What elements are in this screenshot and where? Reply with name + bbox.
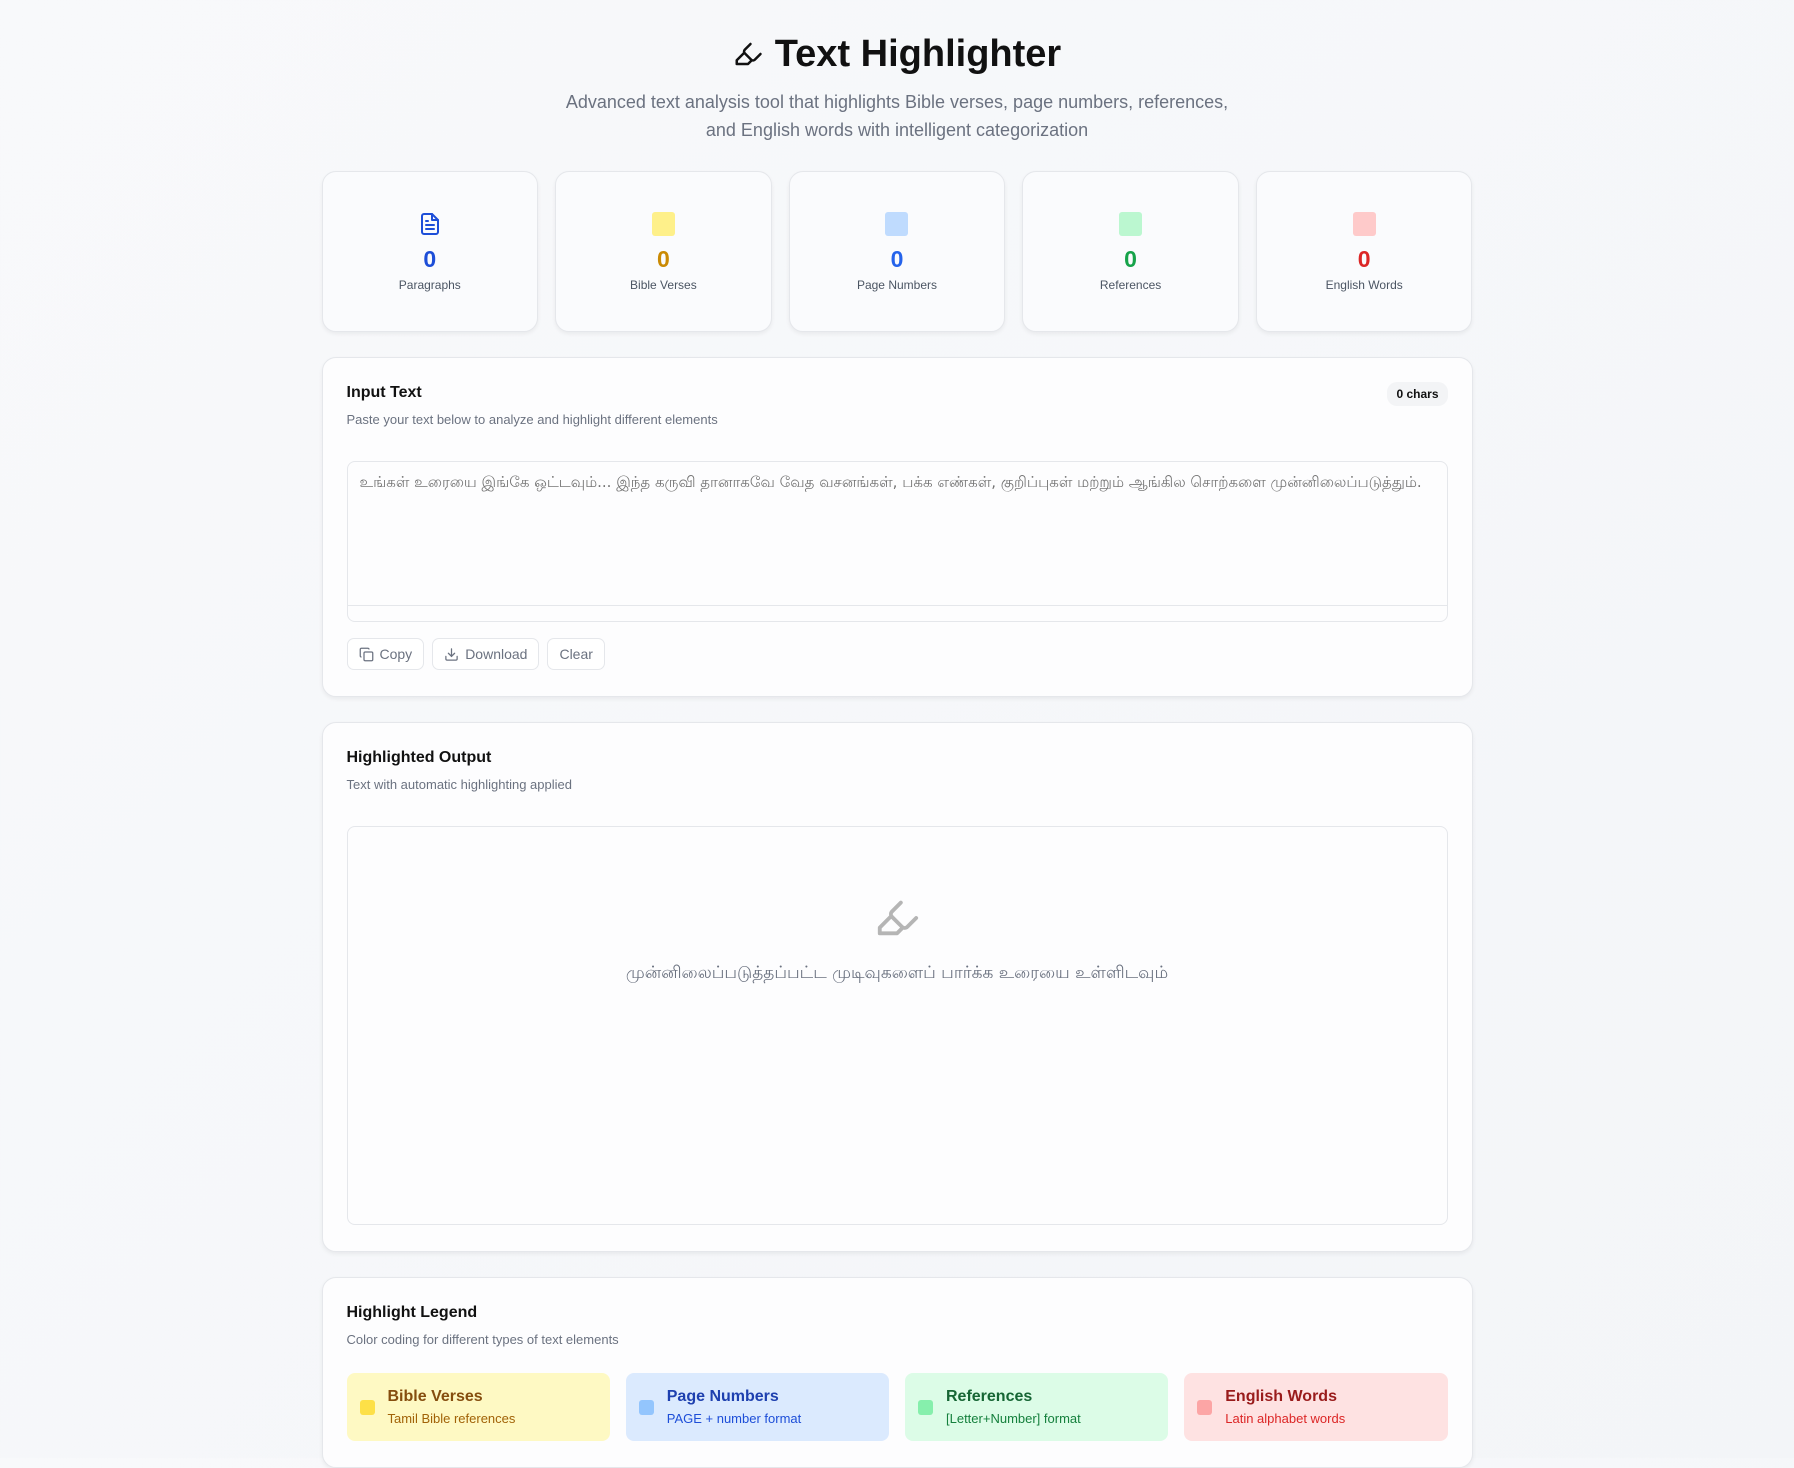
red-swatch-icon: [1197, 1399, 1213, 1415]
legend-subtitle: Color coding for different types of text…: [346, 1332, 619, 1347]
input-wrapper: [346, 461, 1448, 622]
page: Text Highlighter Advanced text analysis …: [321, 0, 1473, 1468]
legend-item-references: References [Letter+Number] format: [905, 1373, 1169, 1441]
stat-bible-verses: 0 Bible Verses: [555, 171, 772, 332]
title-text: Text Highlighter: [774, 32, 1062, 75]
copy-label: Copy: [379, 646, 413, 662]
legend-name: Page Numbers: [666, 1388, 779, 1405]
char-count-badge: 0 chars: [1387, 382, 1448, 406]
stat-page-numbers: 0 Page Numbers: [788, 171, 1006, 332]
legend-name: References: [946, 1388, 1033, 1405]
legend-desc: Latin alphabet words: [1225, 1411, 1346, 1426]
green-swatch-icon: [918, 1399, 933, 1415]
legend-title: Highlight Legend: [346, 1304, 478, 1321]
stat-english-words: 0 English Words: [1255, 171, 1473, 332]
clear-button[interactable]: Clear: [547, 638, 605, 670]
download-icon: [445, 647, 458, 661]
stat-value: 0: [890, 246, 904, 272]
download-button[interactable]: Download: [432, 638, 540, 670]
output-subtitle: Text with automatic highlighting applied: [346, 777, 572, 792]
page-title: Text Highlighter: [322, 32, 1473, 75]
blue-swatch-icon: [885, 212, 909, 236]
header: Text Highlighter Advanced text analysis …: [322, 32, 1473, 144]
file-text-icon: [420, 213, 439, 235]
yellow-swatch-icon: [651, 212, 675, 236]
blue-swatch-icon: [638, 1399, 654, 1415]
stats-row: 0 Paragraphs 0 Bible Verses 0 Page Numbe…: [321, 171, 1473, 332]
input-actions: Copy Download Clear: [346, 638, 1448, 670]
stat-label: Paragraphs: [398, 278, 461, 292]
highlighter-icon: [877, 900, 919, 936]
legend-desc: [Letter+Number] format: [946, 1411, 1081, 1426]
page-subtitle: Advanced text analysis tool that highlig…: [565, 92, 1229, 140]
output-area: முன்னிலைப்படுத்தப்பட்ட முடிவுகளைப் பார்க…: [346, 826, 1448, 1225]
stat-paragraphs: 0 Paragraphs: [321, 171, 539, 332]
output-title: Highlighted Output: [346, 749, 492, 766]
stat-value: 0: [656, 246, 670, 272]
output-card: Highlighted Output Text with automatic h…: [321, 722, 1473, 1252]
legend-name: Bible Verses: [387, 1388, 483, 1405]
copy-button[interactable]: Copy: [346, 638, 425, 670]
stat-value: 0: [1357, 246, 1371, 272]
legend-items: Bible Verses Tamil Bible references Page…: [346, 1373, 1448, 1441]
input-title: Input Text: [346, 384, 422, 401]
legend-desc: Tamil Bible references: [387, 1411, 516, 1426]
highlighter-icon: [735, 42, 762, 66]
legend-item-english-words: English Words Latin alphabet words: [1184, 1373, 1448, 1441]
legend-card: Highlight Legend Color coding for differ…: [321, 1277, 1473, 1468]
input-subtitle: Paste your text below to analyze and hig…: [346, 412, 718, 427]
red-swatch-icon: [1352, 212, 1376, 236]
stat-label: Page Numbers: [856, 278, 937, 292]
text-input[interactable]: [347, 462, 1447, 606]
legend-name: English Words: [1225, 1388, 1337, 1405]
legend-desc: PAGE + number format: [666, 1411, 802, 1426]
green-swatch-icon: [1119, 212, 1143, 236]
stat-value: 0: [1124, 246, 1137, 272]
legend-item-bible-verses: Bible Verses Tamil Bible references: [346, 1373, 610, 1441]
stat-label: English Words: [1325, 278, 1403, 292]
yellow-swatch-icon: [359, 1399, 375, 1415]
input-card: Input Text Paste your text below to anal…: [321, 357, 1473, 697]
stat-value: 0: [423, 246, 437, 272]
copy-icon: [359, 647, 373, 661]
legend-item-page-numbers: Page Numbers PAGE + number format: [625, 1373, 889, 1441]
stat-label: References: [1099, 278, 1162, 292]
stat-label: Bible Verses: [630, 278, 697, 292]
stat-references: 0 References: [1022, 171, 1239, 332]
download-label: Download: [465, 646, 528, 662]
empty-state-text: முன்னிலைப்படுத்தப்பட்ட முடிவுகளைப் பார்க…: [625, 963, 1169, 983]
clear-label: Clear: [559, 646, 593, 662]
